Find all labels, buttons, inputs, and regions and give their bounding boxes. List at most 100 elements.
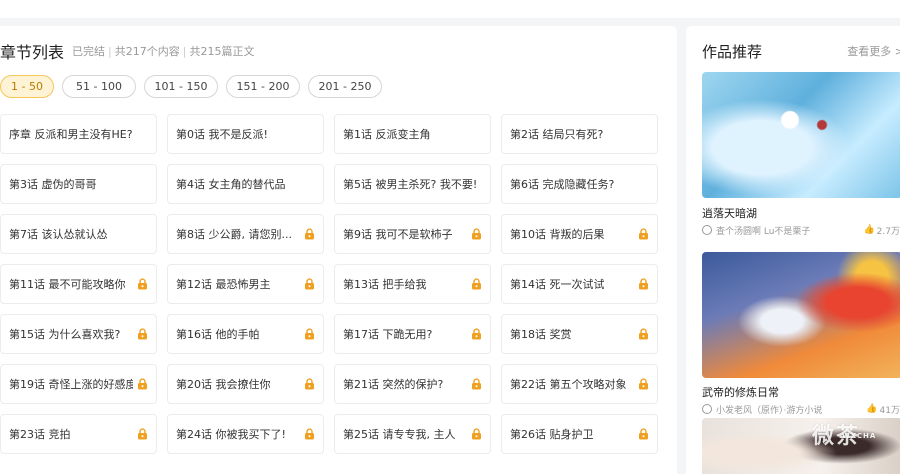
chapter-title: 第26话 贴身护卫 (510, 428, 594, 441)
chapter-item[interactable]: 第16话 他的手帕 (167, 314, 324, 354)
chapter-item[interactable]: 第4话 女主角的替代品 (167, 164, 324, 204)
author-icon (702, 404, 712, 414)
recommend-panel: 作品推荐 查看更多 > 逍落天暗湖 查个汤圆啊 Lu不是栗子 👍 2.7万 武帝的… (686, 26, 900, 474)
lock-icon (305, 278, 314, 290)
range-tab[interactable]: 101 - 150 (144, 75, 218, 98)
chapter-item[interactable]: 第13话 把手给我 (334, 264, 491, 304)
thumb-up-icon: 👍 (863, 225, 875, 235)
like-count: 👍 2.7万 (863, 225, 900, 237)
chapter-title: 第2话 结局只有死? (510, 128, 604, 141)
chapter-item[interactable]: 第21话 突然的保护? (334, 364, 491, 404)
chapter-title: 第12话 最恐怖男主 (176, 278, 271, 291)
chapter-item[interactable]: 第11话 最不可能攻略你 (0, 264, 157, 304)
chapter-item[interactable]: 第1话 反派变主角 (334, 114, 491, 154)
chapter-item[interactable]: 第14话 死一次试试 (501, 264, 658, 304)
thumb-up-icon: 👍 (866, 404, 878, 414)
chapter-title: 第18话 奖赏 (510, 328, 572, 341)
chapter-title: 第11话 最不可能攻略你 (9, 278, 126, 291)
chapter-item[interactable]: 第12话 最恐怖男主 (167, 264, 324, 304)
work-meta: 小发老风（原作）·游方小说 👍 41万 (702, 402, 900, 416)
chapter-title: 序章 反派和男主没有HE? (9, 128, 133, 141)
content-count: 共217个内容 (114, 45, 180, 58)
chapter-item[interactable]: 第25话 请专专我, 主人 (334, 414, 491, 454)
range-tabs: 1 - 50 51 - 100 101 - 150 151 - 200 201 - 25… (0, 75, 390, 98)
chapter-title: 第16话 他的手帕 (176, 328, 260, 341)
range-tab[interactable]: 201 - 250 (308, 75, 382, 98)
chapter-title: 第14话 死一次试试 (510, 278, 605, 291)
range-tab[interactable]: 151 - 200 (226, 75, 300, 98)
chapter-title: 第22话 第五个攻略对象 (510, 378, 627, 391)
range-tab[interactable]: 1 - 50 (0, 75, 54, 98)
lock-icon (305, 328, 314, 340)
author-icon (702, 225, 712, 235)
work-cover-image[interactable] (702, 418, 900, 474)
like-count: 👍 41万 (866, 404, 900, 416)
work-author: 查个汤圆啊 Lu不是栗子 (716, 226, 811, 237)
lock-icon (472, 228, 481, 240)
lock-icon (305, 378, 314, 390)
lock-icon (138, 278, 147, 290)
lock-icon (472, 278, 481, 290)
chapter-item[interactable]: 第19话 奇怪上涨的好感度 (0, 364, 157, 404)
status-label: 已完结 (72, 45, 106, 58)
lock-icon (138, 428, 147, 440)
work-cover-image[interactable] (702, 252, 900, 378)
lock-icon (472, 328, 481, 340)
divider: | (182, 44, 187, 58)
chapter-title: 第7话 该认怂就认怂 (9, 228, 108, 241)
work-title[interactable]: 逍落天暗湖 (702, 205, 757, 221)
divider: | (108, 44, 112, 58)
chapter-item[interactable]: 第26话 贴身护卫 (501, 414, 658, 454)
lock-icon (138, 378, 147, 390)
chapter-item[interactable]: 第3话 虚伪的哥哥 (0, 164, 157, 204)
chapter-list-panel: 章节列表 已完结 | 共217个内容 | 共215篇正文 1 - 50 51 - … (0, 26, 677, 474)
lock-icon (305, 428, 314, 440)
chapter-item[interactable]: 第5话 被男主杀死? 我不要! (334, 164, 491, 204)
page-title: 章节列表 (0, 43, 65, 62)
chapter-item[interactable]: 第9话 我可不是软柿子 (334, 214, 491, 254)
chapter-item[interactable]: 第17话 下跪无用? (334, 314, 491, 354)
lock-icon (305, 228, 314, 240)
chapter-title: 第3话 虚伪的哥哥 (9, 178, 97, 191)
work-title[interactable]: 武帝的修炼日常 (702, 384, 779, 400)
watermark-logo: 微茶 WXCHA (812, 424, 877, 449)
chapter-item[interactable]: 第22话 第五个攻略对象 (501, 364, 658, 404)
chapter-title: 第17话 下跪无用? (343, 328, 433, 341)
chapter-list-header: 章节列表 已完结 | 共217个内容 | 共215篇正文 (0, 40, 254, 62)
chapter-item[interactable]: 第20话 我会撩住你 (167, 364, 324, 404)
view-more-link[interactable]: 查看更多 > (847, 43, 900, 59)
chapter-item[interactable]: 第23话 竞拍 (0, 414, 157, 454)
chapter-title: 第19话 奇怪上涨的好感度 (9, 378, 133, 391)
lock-icon (472, 428, 481, 440)
chapter-item[interactable]: 第6话 完成隐藏任务? (501, 164, 658, 204)
chapter-title: 第13话 把手给我 (343, 278, 427, 291)
chapter-title: 第21话 突然的保护? (343, 378, 444, 391)
chapter-item[interactable]: 第7话 该认怂就认怂 (0, 214, 157, 254)
range-tab[interactable]: 51 - 100 (62, 75, 136, 98)
work-author: 小发老风（原作）·游方小说 (716, 405, 823, 416)
chapter-item[interactable]: 第15话 为什么喜欢我? (0, 314, 157, 354)
chapter-item[interactable]: 第10话 背叛的后果 (501, 214, 658, 254)
chapter-item[interactable]: 第18话 奖赏 (501, 314, 658, 354)
lock-icon (639, 278, 648, 290)
chapter-title: 第1话 反派变主角 (343, 128, 431, 141)
lock-icon (639, 328, 648, 340)
chapter-item[interactable]: 第0话 我不是反派! (167, 114, 324, 154)
chapter-title: 第23话 竞拍 (9, 428, 71, 441)
chapter-item[interactable]: 第2话 结局只有死? (501, 114, 658, 154)
work-cover-image[interactable] (702, 72, 900, 198)
lock-icon (639, 228, 648, 240)
chapter-item[interactable]: 序章 反派和男主没有HE? (0, 114, 157, 154)
recommend-header: 作品推荐 查看更多 > (702, 40, 900, 62)
lock-icon (138, 328, 147, 340)
chapter-grid: 序章 反派和男主没有HE? 第0话 我不是反派! 第1话 反派变主角 第2话 结局只有… (0, 114, 660, 454)
chapter-title: 第10话 背叛的后果 (510, 228, 605, 241)
top-bar (0, 0, 900, 18)
chapter-item[interactable]: 第24话 你被我买下了! (167, 414, 324, 454)
lock-icon (472, 378, 481, 390)
recommend-title: 作品推荐 (702, 42, 763, 61)
chapter-title: 第25话 请专专我, 主人 (343, 428, 456, 441)
chapter-title: 第20话 我会撩住你 (176, 378, 271, 391)
chapter-title: 第4话 女主角的替代品 (176, 178, 286, 191)
chapter-item[interactable]: 第8话 少公爵, 请您别... (167, 214, 324, 254)
